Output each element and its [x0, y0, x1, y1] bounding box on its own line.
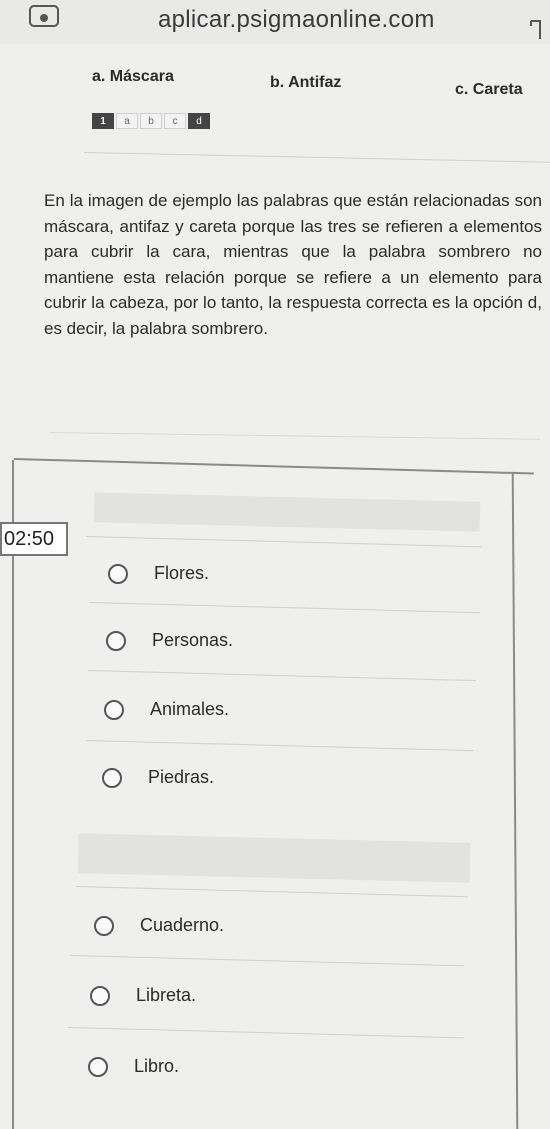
choice-label: Animales. [150, 699, 230, 719]
choice-personas[interactable]: Personas. [106, 630, 233, 651]
explanation-text: En la imagen de ejemplo las palabras que… [44, 191, 542, 338]
choice-libro[interactable]: Libro. [88, 1056, 179, 1077]
divider [89, 602, 480, 614]
countdown-timer: 02:50 [0, 522, 68, 556]
question-card-border-top [13, 458, 534, 475]
choice-label: Libreta. [136, 985, 197, 1005]
example-answer-row: 1 a b c d [92, 113, 210, 129]
choice-label: Personas. [152, 630, 234, 650]
divider [83, 152, 550, 163]
example-question-number: 1 [92, 113, 114, 129]
choice-cuaderno[interactable]: Cuaderno. [94, 915, 224, 936]
example-letter-d-selected: d [188, 113, 210, 129]
radio-button[interactable] [88, 1056, 108, 1077]
site-icon [29, 5, 59, 27]
radio-button[interactable] [106, 630, 126, 651]
radio-button[interactable] [94, 915, 114, 936]
radio-button[interactable] [108, 563, 128, 584]
divider [67, 1027, 464, 1039]
choice-libreta[interactable]: Libreta. [90, 985, 196, 1006]
radio-button[interactable] [102, 767, 122, 788]
question-card-border-left [12, 460, 14, 1129]
bookmark-icon[interactable] [528, 20, 542, 40]
example-option-a: a. Máscara [92, 68, 174, 85]
question-1-stem-placeholder [93, 492, 481, 532]
divider [85, 740, 474, 752]
choice-animales[interactable]: Animales. [104, 699, 229, 720]
choice-label: Libro. [134, 1056, 180, 1076]
divider [49, 432, 540, 440]
url-text[interactable]: aplicar.psigmaonline.com [158, 6, 435, 34]
example-letter-a: a [116, 113, 138, 129]
choice-flores[interactable]: Flores. [108, 563, 209, 584]
radio-button[interactable] [104, 699, 124, 720]
example-option-c: c. Careta [455, 81, 523, 98]
choice-label: Piedras. [148, 767, 215, 787]
choice-piedras[interactable]: Piedras. [102, 767, 214, 788]
divider [69, 955, 464, 967]
choice-label: Flores. [154, 563, 210, 583]
divider [85, 536, 482, 548]
question-card-border-right [511, 473, 519, 1129]
choice-label: Cuaderno. [140, 915, 225, 935]
example-letter-b: b [140, 113, 162, 129]
example-option-b: b. Antifaz [270, 74, 342, 91]
radio-button[interactable] [90, 985, 110, 1006]
divider [87, 670, 476, 682]
example-letter-c: c [164, 113, 186, 129]
question-2-stem-placeholder [77, 833, 471, 883]
divider [75, 886, 468, 898]
